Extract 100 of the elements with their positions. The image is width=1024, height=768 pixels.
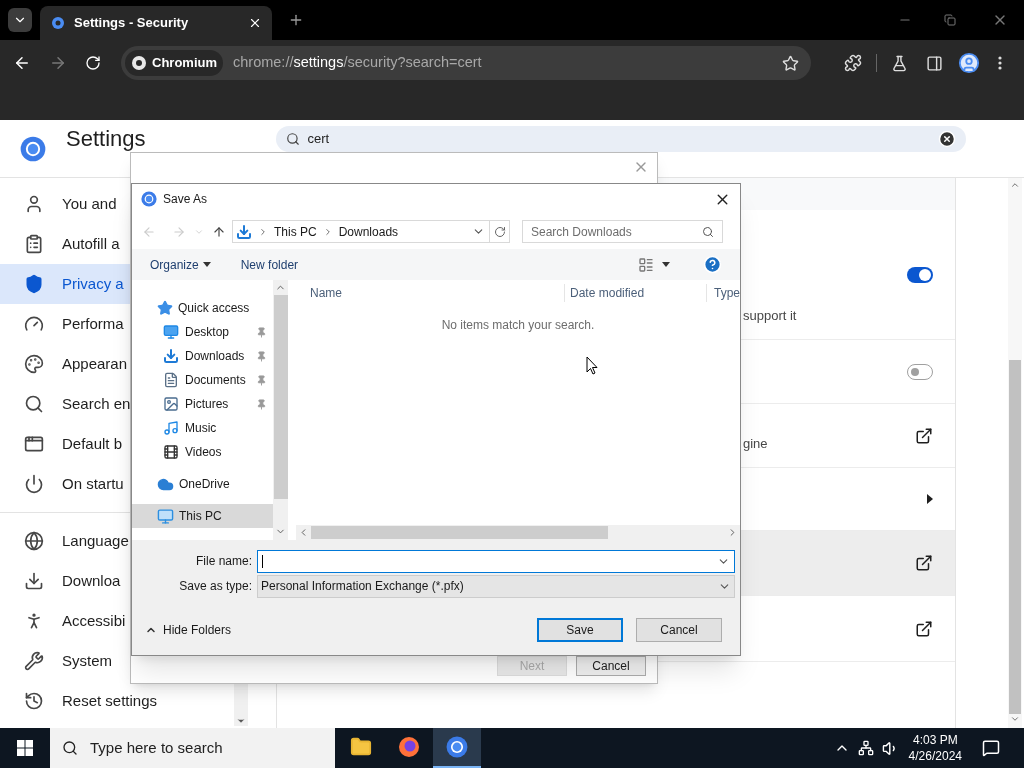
sidebar-icon	[24, 354, 44, 374]
flask-icon	[891, 54, 908, 72]
close-icon	[248, 16, 262, 30]
sidebar-icon	[24, 531, 44, 551]
sidebar-item[interactable]: System	[0, 641, 244, 681]
browser-tab[interactable]: Settings - Security	[40, 6, 272, 40]
image-icon	[163, 396, 179, 412]
sidebar-icon	[24, 274, 44, 294]
chromium-logo-icon	[131, 55, 147, 71]
sidebar-icon	[24, 234, 44, 254]
menu-icon[interactable]	[998, 56, 1002, 70]
folder-icon	[350, 736, 372, 758]
sidebar-item[interactable]: Reset settings	[0, 681, 244, 721]
triangle-right-icon	[927, 494, 933, 504]
film-icon	[163, 444, 179, 460]
download-icon	[236, 223, 252, 240]
sidebar-icon	[24, 474, 44, 494]
external-link-icon	[915, 426, 933, 445]
dialog-button[interactable]: Cancel	[636, 618, 722, 642]
new-tab-icon	[288, 12, 304, 28]
scroll-up-icon	[1010, 180, 1020, 190]
tree-item[interactable]: Documents	[132, 368, 273, 392]
tree-item[interactable]: Videos	[132, 440, 273, 464]
taskbar-search-field[interactable]: Type here to search	[50, 728, 335, 768]
sidebar-icon	[24, 194, 44, 214]
search-field[interactable]: Search Downloads	[522, 220, 723, 243]
star-icon	[157, 300, 173, 316]
download-icon	[163, 348, 179, 364]
chromium-icon	[446, 736, 468, 758]
empty-message: No items match your search.	[441, 317, 595, 334]
network-icon	[857, 740, 874, 756]
sidebar-icon	[24, 434, 44, 454]
column-header[interactable]: Type	[706, 284, 740, 302]
search-icon	[285, 132, 300, 146]
tree-item[interactable]: This PC	[132, 504, 273, 528]
file-name-field[interactable]	[257, 549, 735, 573]
hide-folders-button[interactable]: Hide Folders	[137, 621, 232, 639]
breadcrumb-item[interactable]: This PC	[274, 222, 317, 241]
save-type-select[interactable]: Personal Information Exchange (*.pfx)	[257, 574, 735, 598]
monitor-icon	[163, 324, 179, 340]
dialog-button[interactable]: Save	[537, 618, 623, 642]
tree-item[interactable]: Music	[132, 416, 273, 440]
refresh-icon	[493, 225, 506, 238]
column-header[interactable]: Date modified	[564, 284, 706, 302]
windows-logo-icon[interactable]	[17, 740, 33, 756]
breadcrumb-separator-icon	[258, 226, 268, 237]
taskbar-app[interactable]	[433, 728, 481, 768]
sidebar-icon	[24, 651, 44, 671]
tab-search-button[interactable]	[8, 8, 32, 32]
address-field[interactable]: This PC Downloads	[232, 220, 510, 243]
tree-scrollbar[interactable]	[273, 280, 288, 540]
extensions-icon	[844, 54, 862, 72]
site-chip[interactable]: Chromium	[125, 50, 223, 76]
external-link-icon	[915, 619, 933, 638]
document-icon	[163, 372, 179, 388]
field-label: Save as type:	[178, 578, 253, 595]
row-description: support it	[743, 308, 797, 323]
external-link-icon	[915, 554, 933, 572]
profile-icon	[958, 52, 980, 74]
sidebar-icon	[24, 691, 44, 711]
view-options-icon	[638, 256, 654, 273]
sidebar-icon	[24, 571, 44, 591]
bookmark-star-icon	[782, 54, 799, 72]
dialog-button[interactable]: Cancel	[576, 656, 646, 676]
tree-item[interactable]: Pictures	[132, 392, 273, 416]
music-note-icon	[163, 420, 179, 436]
clear-icon	[937, 130, 956, 148]
chromium-logo-icon	[20, 136, 46, 162]
help-icon	[703, 255, 722, 274]
column-header[interactable]: Name	[296, 284, 565, 302]
scroll-down-icon	[236, 716, 246, 726]
scroll-down-icon	[1010, 714, 1020, 724]
toggle-switch[interactable]	[907, 363, 933, 380]
window-title: Save As	[163, 191, 208, 208]
settings-title: Settings	[66, 126, 146, 152]
clock-date: 4/26/2024	[908, 748, 962, 764]
sidebar-icon	[24, 314, 44, 334]
mouse-cursor-icon	[586, 356, 598, 375]
field-label: File name:	[194, 553, 253, 570]
notifications-icon	[982, 739, 1000, 757]
side-panel-icon	[926, 54, 943, 72]
sidebar-icon	[24, 394, 44, 414]
tree-item[interactable]: OneDrive	[132, 472, 273, 496]
search-icon	[62, 740, 78, 756]
monitor-icon	[157, 507, 174, 525]
page-scrollbar[interactable]	[1008, 178, 1022, 728]
search-field[interactable]: cert	[275, 126, 966, 152]
chromium-logo-icon	[141, 191, 157, 207]
tree-item[interactable]: Downloads	[132, 344, 273, 368]
search-icon	[702, 225, 714, 238]
address-bar[interactable]: Chromium chrome://settings/security?search=cert	[121, 46, 811, 80]
tree-item[interactable]: Desktop	[132, 320, 273, 344]
reload-icon	[85, 55, 101, 71]
url-text: chrome://settings/security?search=cert	[233, 53, 483, 73]
breadcrumb-item[interactable]: Downloads	[338, 222, 399, 241]
restore-icon	[944, 14, 956, 26]
horizontal-scrollbar[interactable]	[296, 525, 740, 540]
toggle-switch[interactable]	[907, 266, 933, 283]
caret-icon	[202, 262, 211, 267]
firefox-icon	[398, 736, 420, 758]
